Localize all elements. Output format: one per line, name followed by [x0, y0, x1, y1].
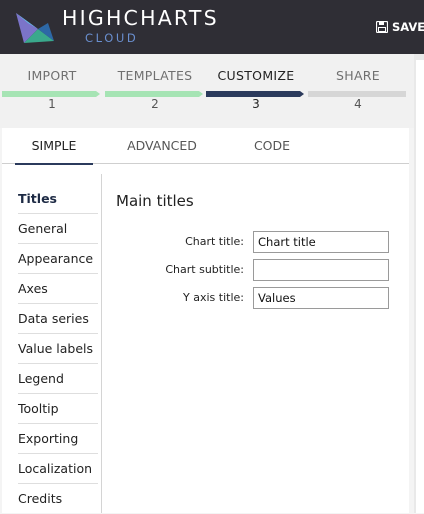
settings-sidebar: Titles General Appearance Axes Data seri… [18, 184, 98, 514]
sidebar-divider [101, 174, 102, 513]
sidebar-item-titles[interactable]: Titles [18, 184, 98, 214]
sidebar-item-general[interactable]: General [18, 214, 98, 244]
step-number: 2 [151, 97, 159, 111]
section-title: Main titles [116, 192, 194, 210]
chart-subtitle-input[interactable] [253, 259, 389, 281]
step-number: 1 [48, 97, 56, 111]
customize-panel: SIMPLE ADVANCED CODE Titles General Appe… [2, 128, 409, 513]
tab-simple[interactable]: SIMPLE [15, 128, 93, 165]
sidebar-item-localization[interactable]: Localization [18, 454, 98, 484]
tab-advanced[interactable]: ADVANCED [120, 128, 204, 164]
step-customize[interactable]: CUSTOMIZE 3 [204, 54, 308, 128]
save-button-label: SAVE [392, 20, 424, 34]
step-share[interactable]: SHARE 4 [306, 54, 410, 128]
chart-title-input[interactable] [253, 231, 389, 253]
step-label: CUSTOMIZE [217, 68, 295, 83]
app-header: HIGHCHARTS CLOUD SAVE [0, 0, 424, 54]
chart-title-row: Chart title: [112, 231, 392, 253]
step-label: SHARE [336, 68, 380, 83]
chart-subtitle-label: Chart subtitle: [165, 263, 244, 276]
sidebar-item-tooltip[interactable]: Tooltip [18, 394, 98, 424]
step-label: IMPORT [27, 68, 77, 83]
sidebar-item-axes[interactable]: Axes [18, 274, 98, 304]
sidebar-item-value-labels[interactable]: Value labels [18, 334, 98, 364]
floppy-disk-icon [376, 21, 388, 33]
y-axis-title-row: Y axis title: [112, 287, 392, 309]
y-axis-title-input[interactable] [253, 287, 389, 309]
sidebar-item-appearance[interactable]: Appearance [18, 244, 98, 274]
step-number: 4 [354, 97, 362, 111]
sidebar-item-legend[interactable]: Legend [18, 364, 98, 394]
sidebar-item-data-series[interactable]: Data series [18, 304, 98, 334]
step-import[interactable]: IMPORT 1 [0, 54, 104, 128]
wizard-stepper: IMPORT 1 TEMPLATES 2 CUSTOMIZE 3 SHARE 4 [0, 54, 414, 128]
brand-subtitle: CLOUD [85, 31, 139, 45]
step-templates[interactable]: TEMPLATES 2 [103, 54, 207, 128]
brand-name: HIGHCHARTS [62, 6, 219, 30]
sidebar-item-credits[interactable]: Credits [18, 484, 98, 514]
step-number: 3 [252, 97, 260, 111]
y-axis-title-label: Y axis title: [183, 291, 244, 304]
save-button[interactable]: SAVE [376, 18, 424, 36]
chart-subtitle-row: Chart subtitle: [112, 259, 392, 281]
step-label: TEMPLATES [117, 68, 193, 83]
editor-tabs: SIMPLE ADVANCED CODE [2, 128, 409, 165]
preview-panel [416, 60, 424, 513]
sidebar-item-exporting[interactable]: Exporting [18, 424, 98, 454]
chart-title-label: Chart title: [185, 235, 244, 248]
preview-panel-edge [414, 54, 424, 513]
tab-code[interactable]: CODE [242, 128, 302, 164]
highcharts-logo-icon [16, 13, 54, 43]
